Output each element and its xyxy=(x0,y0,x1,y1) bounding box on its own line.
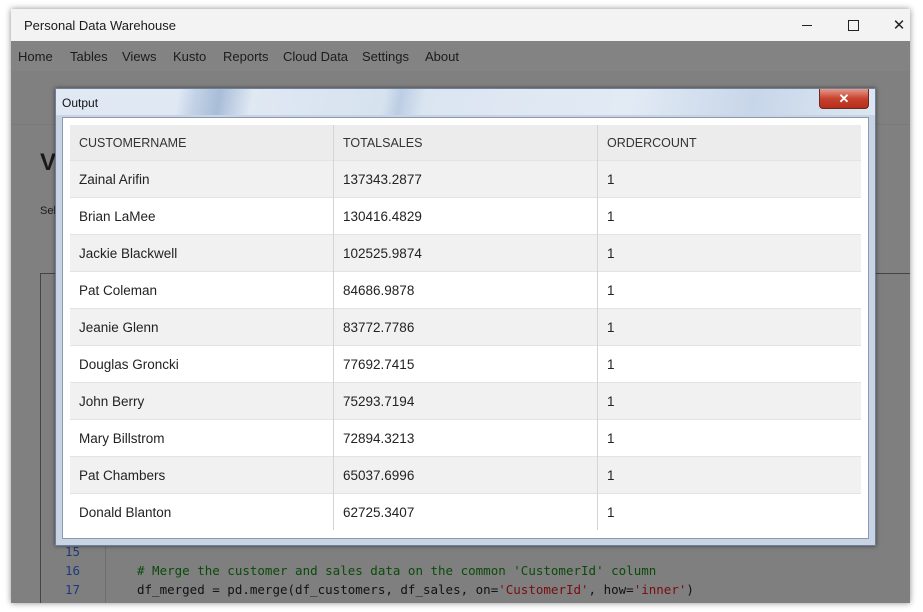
table-row[interactable]: Pat Chambers 65037.6996 1 xyxy=(70,456,861,494)
code-text: ) xyxy=(686,582,694,597)
customer-name-cell: Donald Blanton xyxy=(70,493,334,530)
title-bar: Personal Data Warehouse ✕ xyxy=(11,9,910,41)
table-row[interactable]: John Berry 75293.7194 1 xyxy=(70,382,861,420)
total-sales-cell: 83772.7786 xyxy=(333,308,598,346)
minimize-icon xyxy=(802,24,812,26)
dialog-title-bar[interactable]: Output xyxy=(56,89,875,115)
order-count-cell: 1 xyxy=(597,308,861,346)
select-label: Sel xyxy=(40,205,56,217)
order-count-cell: 1 xyxy=(597,234,861,272)
dialog-body: CUSTOMERNAME TOTALSALES ORDERCOUNT Zaina… xyxy=(62,117,869,539)
total-sales-cell: 75293.7194 xyxy=(333,382,598,420)
dialog-title: Output xyxy=(62,96,99,110)
code-string: 'inner' xyxy=(633,582,687,597)
menu-item-home[interactable]: Home xyxy=(18,49,53,64)
customer-name-cell: Douglas Groncki xyxy=(70,345,334,383)
table-row[interactable]: Zainal Arifin 137343.2877 1 xyxy=(70,160,861,198)
table-row[interactable]: Mary Billstrom 72894.3213 1 xyxy=(70,419,861,457)
close-icon: ✕ xyxy=(892,17,906,34)
menu-item-about[interactable]: About xyxy=(425,49,459,64)
table-row[interactable]: Pat Coleman 84686.9878 1 xyxy=(70,271,861,309)
order-count-cell: 1 xyxy=(597,197,861,235)
order-count-cell: 1 xyxy=(597,456,861,494)
line-number: 15 xyxy=(65,544,81,559)
app-title: Personal Data Warehouse xyxy=(24,18,176,33)
maximize-icon xyxy=(847,19,859,31)
code-text: , how= xyxy=(588,582,634,597)
table-row[interactable]: Brian LaMee 130416.4829 1 xyxy=(70,197,861,235)
total-sales-cell: 137343.2877 xyxy=(333,160,598,198)
customer-name-cell: Jeanie Glenn xyxy=(70,308,334,346)
order-count-cell: 1 xyxy=(597,419,861,457)
menu-item-cloud-data[interactable]: Cloud Data xyxy=(283,49,348,64)
order-count-cell: 1 xyxy=(597,382,861,420)
customer-name-cell: Brian LaMee xyxy=(70,197,334,235)
total-sales-cell: 77692.7415 xyxy=(333,345,598,383)
output-grid: CUSTOMERNAME TOTALSALES ORDERCOUNT Zaina… xyxy=(70,125,861,530)
customer-name-cell: Jackie Blackwell xyxy=(70,234,334,272)
page-heading: V xyxy=(40,149,57,176)
menu-item-kusto[interactable]: Kusto xyxy=(173,49,206,64)
customer-name-cell: John Berry xyxy=(70,382,334,420)
total-sales-cell: 65037.6996 xyxy=(333,456,598,494)
close-button[interactable]: ✕ xyxy=(876,9,910,41)
menu-item-views[interactable]: Views xyxy=(122,49,156,64)
code-string: 'CustomerId' xyxy=(498,582,589,597)
table-row[interactable]: Douglas Groncki 77692.7415 1 xyxy=(70,345,861,383)
order-count-cell: 1 xyxy=(597,345,861,383)
total-sales-cell: 130416.4829 xyxy=(333,197,598,235)
menu-item-settings[interactable]: Settings xyxy=(362,49,409,64)
order-count-cell: 1 xyxy=(597,493,861,530)
header-row: CUSTOMERNAME TOTALSALES ORDERCOUNT xyxy=(70,125,861,161)
customer-name-cell: Pat Chambers xyxy=(70,456,334,494)
output-dialog: Output ✕ CUSTOMERNAME TOTALSALES ORDERCO… xyxy=(55,88,876,546)
table-row[interactable]: Donald Blanton 62725.3407 1 xyxy=(70,493,861,530)
customer-name-cell: Pat Coleman xyxy=(70,271,334,309)
line-number: 17 xyxy=(65,582,81,597)
order-count-cell: 1 xyxy=(597,271,861,309)
customer-name-cell: Zainal Arifin xyxy=(70,160,334,198)
code-comment: # Merge the customer and sales data on t… xyxy=(137,563,657,578)
total-sales-cell: 62725.3407 xyxy=(333,493,598,530)
line-number: 16 xyxy=(65,563,81,578)
total-sales-cell: 84686.9878 xyxy=(333,271,598,309)
menu-bar: Home Tables Views Kusto Reports Cloud Da… xyxy=(11,41,910,71)
table-row[interactable]: Jackie Blackwell 102525.9874 1 xyxy=(70,234,861,272)
table-row[interactable]: Jeanie Glenn 83772.7786 1 xyxy=(70,308,861,346)
total-sales-cell: 72894.3213 xyxy=(333,419,598,457)
code-line: df_merged = pd.merge(df_customers, df_sa… xyxy=(137,582,694,597)
maximize-button[interactable] xyxy=(830,9,876,41)
column-header-ordercount[interactable]: ORDERCOUNT xyxy=(597,125,861,161)
close-icon: ✕ xyxy=(838,90,850,106)
column-header-totalsales[interactable]: TOTALSALES xyxy=(333,125,598,161)
menu-item-tables[interactable]: Tables xyxy=(70,49,108,64)
customer-name-cell: Mary Billstrom xyxy=(70,419,334,457)
order-count-cell: 1 xyxy=(597,160,861,198)
total-sales-cell: 102525.9874 xyxy=(333,234,598,272)
column-header-customername[interactable]: CUSTOMERNAME xyxy=(70,125,334,161)
minimize-button[interactable] xyxy=(784,9,830,41)
menu-item-reports[interactable]: Reports xyxy=(223,49,269,64)
dialog-close-button[interactable]: ✕ xyxy=(819,89,869,109)
code-text: df_merged = pd.merge(df_customers, df_sa… xyxy=(137,582,499,597)
